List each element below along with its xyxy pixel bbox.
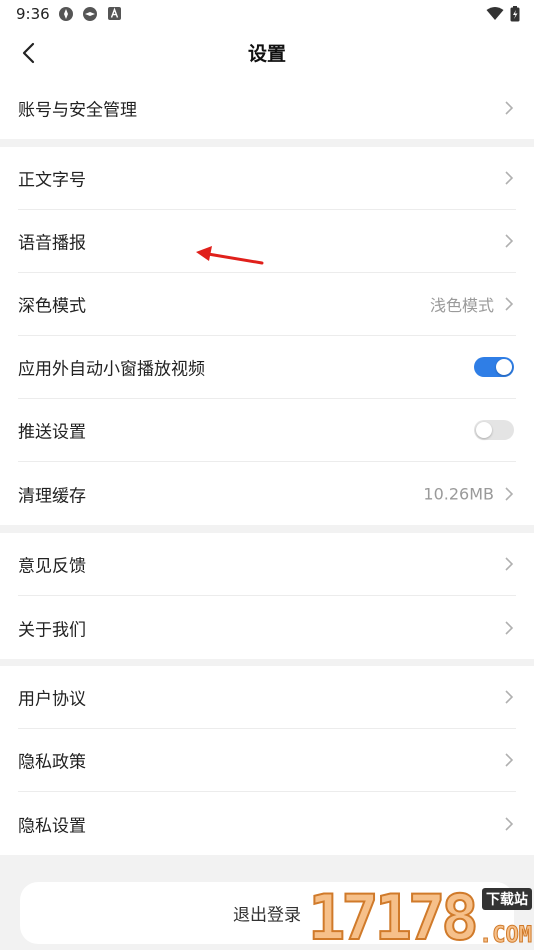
settings-row-feedback[interactable]: 意见反馈 (18, 533, 516, 596)
toggle-knob (476, 422, 492, 438)
battery-icon (510, 6, 520, 22)
settings-row-clear-cache[interactable]: 清理缓存 10.26MB (18, 462, 516, 525)
wifi-icon (486, 7, 504, 20)
push-settings-toggle[interactable] (474, 420, 514, 440)
settings-row-about-us[interactable]: 关于我们 (18, 596, 516, 659)
watermark-logo: 17178 下载站 .COM (307, 881, 534, 950)
chevron-right-icon (505, 297, 514, 311)
chevron-right-icon (505, 557, 514, 571)
row-label: 深色模式 (18, 296, 86, 317)
settings-row-privacy-policy[interactable]: 隐私政策 (18, 729, 516, 792)
chevron-right-icon (505, 486, 514, 501)
a-icon (108, 7, 121, 20)
top-nav-bar: 设置 (0, 28, 534, 76)
row-value: 浅色模式 (429, 296, 494, 315)
settings-row-user-agreement[interactable]: 用户协议 (18, 666, 516, 729)
chevron-right-icon (505, 620, 514, 635)
chevron-right-icon (505, 171, 514, 185)
settings-group-display: 正文字号 语音播报 深色模式 浅色模式 应用外自动小窗播放视频 推送设置 清理缓… (0, 147, 534, 525)
watermark-suffix: .COM (479, 923, 533, 949)
row-label: 意见反馈 (18, 556, 86, 577)
status-time: 9:36 (16, 5, 50, 23)
settings-group-account: 账号与安全管理 (0, 76, 534, 139)
app-icon (83, 7, 97, 21)
settings-row-floating-video: 应用外自动小窗播放视频 (18, 336, 516, 399)
row-label: 关于我们 (18, 620, 86, 640)
watermark-top-text: 下载站 (482, 888, 532, 910)
row-label: 账号与安全管理 (18, 100, 137, 120)
settings-row-dark-mode[interactable]: 深色模式 浅色模式 (18, 273, 516, 336)
chevron-right-icon (505, 234, 514, 248)
row-label: 推送设置 (18, 422, 86, 443)
settings-row-font-size[interactable]: 正文字号 (18, 147, 516, 210)
chevron-right-icon (505, 690, 514, 704)
row-label: 用户协议 (18, 689, 86, 710)
toggle-knob (496, 359, 512, 375)
floating-video-toggle[interactable] (474, 357, 514, 377)
settings-row-push: 推送设置 (18, 399, 516, 462)
status-bar: 9:36 (0, 0, 534, 28)
settings-row-privacy-settings[interactable]: 隐私设置 (18, 792, 516, 855)
row-label: 语音播报 (18, 233, 86, 254)
chevron-right-icon (505, 100, 514, 115)
row-label: 隐私设置 (18, 816, 86, 836)
watermark-digits: 17178 (307, 881, 480, 950)
row-label: 隐私政策 (18, 752, 86, 773)
settings-row-account-security[interactable]: 账号与安全管理 (18, 76, 516, 139)
row-label: 应用外自动小窗播放视频 (18, 359, 205, 380)
settings-group-about: 意见反馈 关于我们 (0, 533, 534, 659)
row-label: 清理缓存 (18, 486, 86, 506)
settings-group-privacy: 用户协议 隐私政策 隐私设置 (0, 666, 534, 855)
row-label: 正文字号 (18, 170, 86, 191)
chevron-right-icon (505, 753, 514, 767)
app-icon (59, 7, 73, 21)
red-arrow-annotation-icon (196, 246, 264, 265)
row-value: 10.26MB (423, 484, 494, 503)
page-title: 设置 (247, 43, 286, 65)
chevron-right-icon (505, 816, 514, 831)
